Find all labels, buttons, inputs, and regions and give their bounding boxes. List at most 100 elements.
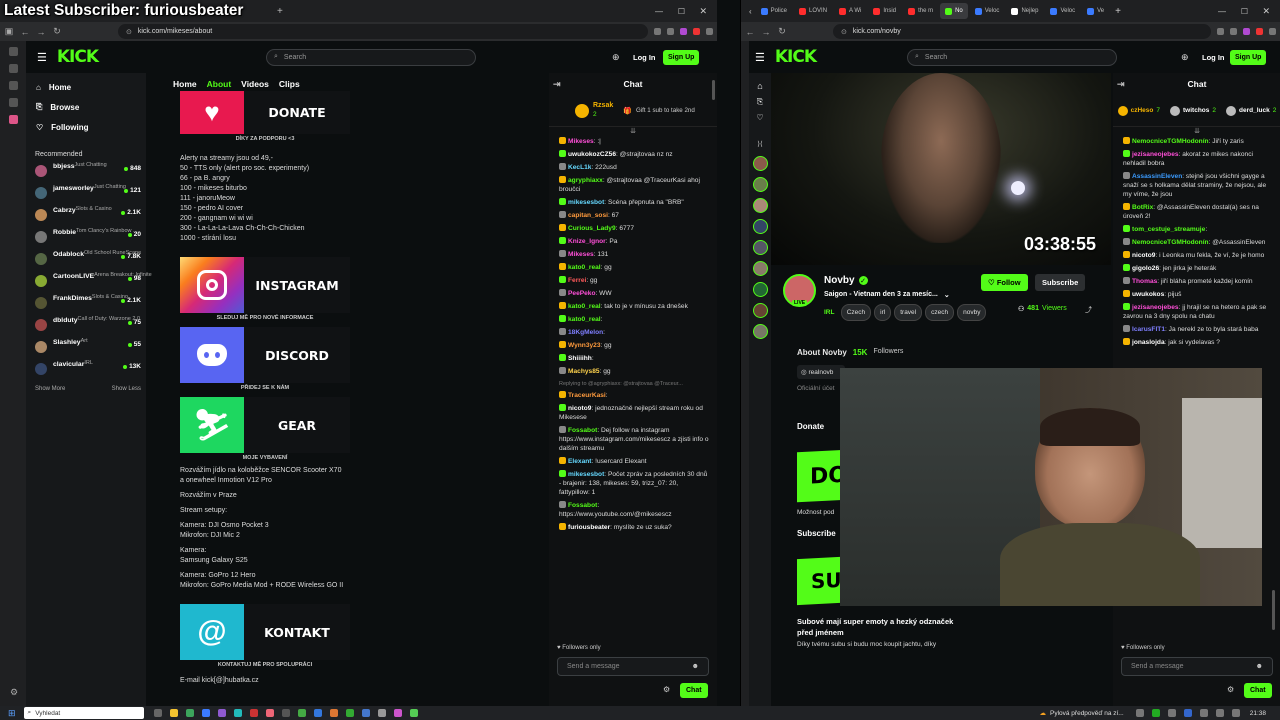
sidebar-channel[interactable]: Odablock Old School RuneScape 7.8K	[26, 250, 146, 272]
chat-username[interactable]: jezisaneojebes	[1132, 304, 1179, 311]
pinned-gifter[interactable]: twitchos 2	[1170, 105, 1216, 116]
app-icon[interactable]	[345, 709, 354, 717]
menu-icon[interactable]: ☰	[755, 51, 765, 64]
sidebar-item-following[interactable]: ♡ Following	[26, 117, 146, 137]
subscribe-button[interactable]: Subscribe	[1035, 274, 1086, 291]
sidebar-channel[interactable]: bbjess Just Chatting 848	[26, 162, 146, 184]
chat-settings-icon[interactable]: ⚙	[1227, 685, 1234, 694]
stream-tag[interactable]: Czech	[840, 304, 872, 321]
avatar[interactable]	[752, 156, 768, 171]
kick-logo[interactable]: KICK	[57, 47, 99, 67]
sidebar-app-icon[interactable]	[8, 115, 18, 124]
chat-username[interactable]: nicoto9	[1132, 252, 1155, 259]
new-tab-button[interactable]: +	[1115, 6, 1121, 17]
avatar[interactable]	[752, 324, 768, 339]
chat-username[interactable]: kato0_real	[568, 303, 601, 310]
sidebar-app-icon[interactable]	[8, 47, 18, 56]
app-icon[interactable]	[201, 709, 210, 717]
search-input[interactable]: ⌕ Search	[266, 48, 476, 66]
chat-username[interactable]: capitan_sosi	[568, 212, 608, 219]
settings-icon[interactable]: ⚙	[10, 687, 18, 698]
avatar[interactable]	[752, 219, 768, 234]
tray-icon[interactable]	[1167, 709, 1176, 717]
chrome-icon[interactable]	[185, 709, 194, 717]
app-icon[interactable]	[297, 709, 306, 717]
kick-logo[interactable]: KICK	[775, 47, 817, 67]
chat-username[interactable]: Elexant	[568, 458, 591, 465]
chat-username[interactable]: mikesesbot	[568, 199, 604, 206]
app-icon[interactable]	[249, 709, 258, 717]
discord-panel[interactable]: DISCORD	[180, 327, 350, 383]
login-button[interactable]: Log In	[633, 53, 656, 62]
chat-username[interactable]: NemocniceTGMHodonín	[1132, 239, 1209, 246]
minimize-icon[interactable]: —	[1218, 7, 1226, 16]
globe-icon[interactable]: ⊕	[1181, 52, 1189, 63]
left-url-field[interactable]: ⊙ kick.com/mikeses/about	[118, 24, 648, 39]
sidebar-item-browse[interactable]: ⎘ Browse	[26, 97, 146, 117]
extension-icon[interactable]	[654, 28, 661, 35]
browse-icon[interactable]: ⎘	[757, 97, 763, 107]
avatar[interactable]	[752, 282, 768, 297]
close-icon[interactable]: ✕	[699, 6, 707, 17]
tray-icon[interactable]	[1231, 709, 1240, 717]
chat-username[interactable]: AssassinEleven	[1132, 173, 1182, 180]
chat-username[interactable]: Knize_Ignor	[568, 238, 606, 245]
right-url-field[interactable]: ⊙ kick.com/novby	[833, 24, 1211, 39]
chat-username[interactable]: KecL1k	[568, 164, 591, 171]
chat-username[interactable]: IcarusFIT1	[1132, 326, 1165, 333]
chat-username[interactable]: NemocniceTGMHodonín	[1132, 138, 1209, 145]
share-icon[interactable]: ⤴	[1085, 305, 1092, 315]
app-icon[interactable]	[361, 709, 370, 717]
signup-button[interactable]: Sign Up	[1230, 49, 1267, 65]
show-more-button[interactable]: Show More	[35, 386, 65, 392]
chat-username[interactable]: Shiiiihh	[568, 355, 592, 362]
weather-text[interactable]: Pylová předpověď na zí...	[1050, 710, 1124, 717]
browser-tab[interactable]: Ve	[1082, 3, 1109, 19]
chat-username[interactable]: Mikeses	[568, 138, 594, 145]
pinned-gifter[interactable]: derd_luck 2	[1226, 105, 1276, 116]
chat-username[interactable]: BotRix	[1132, 204, 1153, 211]
chat-username[interactable]: Mikeses	[568, 251, 594, 258]
left-page-scrollbar[interactable]	[712, 80, 715, 100]
close-icon[interactable]: ✕	[1262, 6, 1270, 17]
chat-settings-icon[interactable]: ⚙	[663, 685, 670, 694]
back-icon[interactable]: ←	[20, 27, 30, 37]
app-icon[interactable]	[313, 709, 322, 717]
forward-icon[interactable]: →	[761, 27, 771, 37]
avatar[interactable]	[752, 240, 768, 255]
app-icon[interactable]	[217, 709, 226, 717]
chat-username[interactable]: jonaslojda	[1132, 339, 1165, 346]
chat-username[interactable]: Ferrei	[568, 277, 586, 284]
reload-icon[interactable]: ↻	[52, 26, 62, 37]
chat-username[interactable]: kato0_real	[568, 316, 601, 323]
chat-username[interactable]: Curious_Lady9	[568, 225, 616, 232]
stream-tag[interactable]: travel	[894, 304, 923, 321]
chat-username[interactable]: Fossabot	[568, 502, 597, 509]
sidebar-channel[interactable]: Slashley Art 55	[26, 338, 146, 360]
instagram-link[interactable]: ◎ realnovb	[797, 365, 845, 379]
site-info-icon[interactable]: ⊙	[126, 28, 132, 36]
sidebar-toggle-icon[interactable]: ▣	[4, 26, 14, 37]
app-icon[interactable]	[329, 709, 338, 717]
browser-tab[interactable]: Veloc	[970, 3, 1005, 19]
forward-icon[interactable]: →	[36, 27, 46, 37]
chat-username[interactable]: TraceurKasi	[568, 392, 606, 399]
extension-icon[interactable]	[1217, 28, 1224, 35]
channel-name[interactable]: Novby	[824, 275, 855, 286]
extension-icon[interactable]	[680, 28, 687, 35]
chat-username[interactable]: gigolo26	[1132, 265, 1159, 272]
tray-icon[interactable]	[1199, 709, 1208, 717]
chat-username[interactable]: 18KgMelon	[568, 329, 603, 336]
sidebar-channel[interactable]: Robbie Tom Clancy's Rainbow ... 20	[26, 228, 146, 250]
sidebar-channel[interactable]: dblduty Call of Duty: Warzone 2.0 75	[26, 316, 146, 338]
tray-icon[interactable]	[1215, 709, 1224, 717]
sidebar-app-icon[interactable]	[8, 98, 18, 107]
chat-username[interactable]: Wynn3y23	[568, 342, 601, 349]
minimize-icon[interactable]: —	[655, 7, 663, 16]
clock[interactable]: 21:38	[1250, 710, 1266, 717]
avatar[interactable]	[752, 261, 768, 276]
chevron-down-icon[interactable]: ⌄	[944, 291, 950, 299]
sidebar-channel[interactable]: clavicular IRL 13K	[26, 360, 146, 382]
instagram-panel[interactable]: INSTAGRAM	[180, 257, 350, 313]
signup-button[interactable]: Sign Up	[663, 49, 700, 65]
